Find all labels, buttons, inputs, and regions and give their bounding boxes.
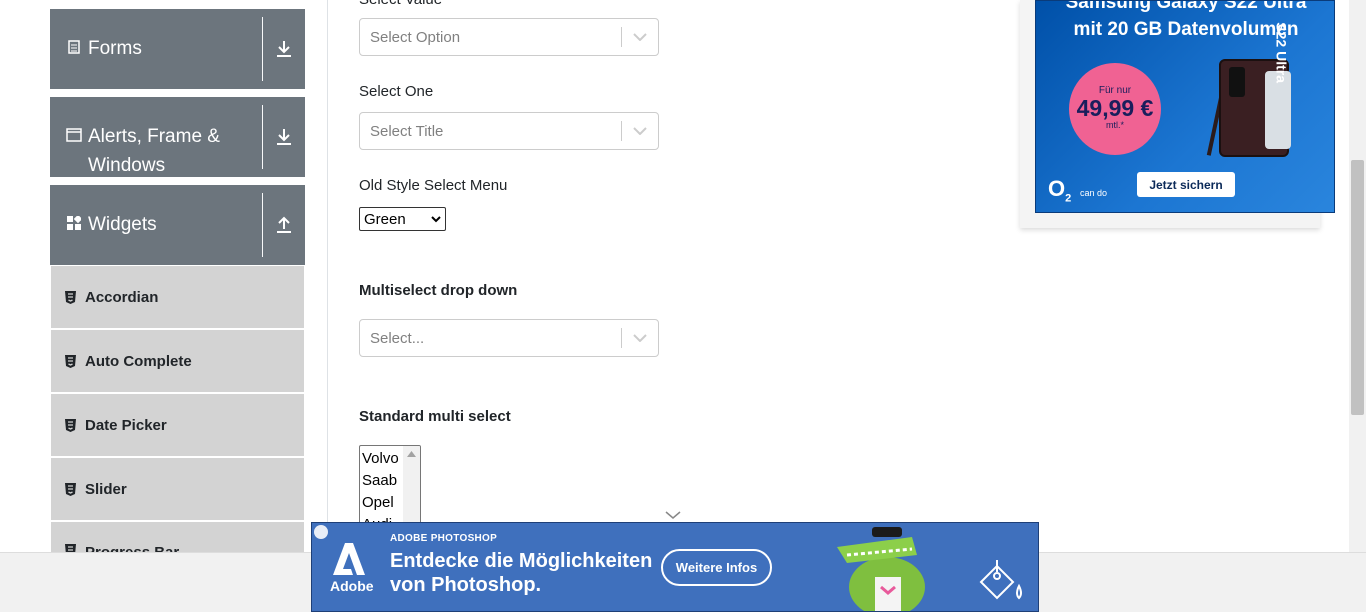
chevron-down-icon[interactable] xyxy=(622,33,658,41)
scrollbar[interactable] xyxy=(403,446,420,524)
select-one-placeholder: Select Title xyxy=(370,122,444,140)
multiselect-placeholder: Select... xyxy=(370,329,425,347)
crocodile-illustration xyxy=(837,527,925,611)
download-icon[interactable] xyxy=(263,9,305,89)
html5-icon xyxy=(65,290,77,304)
html5-icon xyxy=(65,354,77,368)
standard-multi-select[interactable]: Volvo Saab Opel Audi xyxy=(359,445,421,525)
sidebar-group-label: Forms xyxy=(88,38,142,59)
camera-icon xyxy=(1229,67,1245,97)
sidebar-group-alerts[interactable]: Alerts, Frame & Windows xyxy=(50,97,305,177)
html5-icon xyxy=(65,418,77,432)
sidebar-group-label: Alerts, Frame & xyxy=(88,126,220,147)
o2-letter: O xyxy=(1048,176,1066,201)
scrollbar-thumb[interactable] xyxy=(1351,160,1364,415)
old-style-value: Green xyxy=(364,210,406,228)
page: Forms Alerts, Frame & Windows Widgets Ac… xyxy=(0,0,1366,612)
ad-title-1: Entdecke die Möglichkeiten xyxy=(390,550,653,572)
select-value-label: Select Value xyxy=(359,0,442,8)
phone-label: S22 Ultra xyxy=(1274,22,1290,83)
widgets-icon xyxy=(66,216,82,230)
ad-headline: Samsung Galaxy S22 Ultra mit 20 GB Daten… xyxy=(1036,0,1334,43)
ad-headline-1: Samsung Galaxy S22 Ultra xyxy=(1065,0,1307,13)
ad-title: Entdecke die Möglichkeiten von Photoshop… xyxy=(390,549,652,597)
weitere-infos-button[interactable]: Weitere Infos xyxy=(661,549,772,586)
upload-icon[interactable] xyxy=(263,185,305,265)
sidebar-item-slider[interactable]: Slider xyxy=(51,458,304,520)
html5-icon xyxy=(65,482,77,496)
adobe-ad[interactable]: Adobe ADOBE PHOTOSHOP Entdecke die Mögli… xyxy=(311,522,1039,612)
ad-tagline: can do xyxy=(1080,188,1108,198)
document-icon xyxy=(66,40,82,54)
adobe-brand: Adobe xyxy=(330,578,374,594)
chevron-down-icon xyxy=(431,215,441,222)
chevron-down-icon[interactable] xyxy=(622,127,658,135)
window-icon xyxy=(66,128,82,142)
ad-title-2: von Photoshop. xyxy=(390,574,542,596)
sidebar-item-label: Accordian xyxy=(85,288,159,306)
standard-multi-label: Standard multi select xyxy=(359,408,511,425)
sidebar-item-date-picker[interactable]: Date Picker xyxy=(51,394,304,456)
adobe-logo-icon xyxy=(333,543,365,575)
select-one-label: Select One xyxy=(359,83,434,100)
multiselect-label: Multiselect drop down xyxy=(359,282,518,299)
sidebar-item-accordian[interactable]: Accordian xyxy=(51,266,304,328)
sidebar-group-label: Widgets xyxy=(88,214,157,235)
select-value-dropdown[interactable]: Select Option xyxy=(359,18,659,56)
sidebar-group-forms[interactable]: Forms xyxy=(50,9,305,89)
sidebar-item-label: Date Picker xyxy=(85,416,167,434)
sidebar-item-label: Auto Complete xyxy=(85,352,192,370)
o2-logo: O2 xyxy=(1048,176,1071,204)
select-one-dropdown[interactable]: Select Title xyxy=(359,112,659,150)
scroll-up-icon[interactable] xyxy=(407,451,416,457)
download-icon[interactable] xyxy=(263,97,305,177)
phone-image: S22 Ultra xyxy=(1219,22,1291,157)
price: 49,99 € xyxy=(1076,95,1154,121)
jetzt-sichern-button[interactable]: Jetzt sichern xyxy=(1137,172,1235,197)
multiselect-dropdown[interactable]: Select... xyxy=(359,319,659,357)
sidebar-group-widgets[interactable]: Widgets xyxy=(50,185,305,265)
sidebar-item-label: Slider xyxy=(85,480,127,498)
select-value-placeholder: Select Option xyxy=(370,28,461,46)
sidebar-item-auto-complete[interactable]: Auto Complete xyxy=(51,330,304,392)
ad-choices-icon[interactable] xyxy=(314,525,328,539)
ad-headline-2: mit 20 GB Datenvolumen xyxy=(1073,19,1299,40)
sidebar-group-label-wrap: Alerts, Frame & Windows xyxy=(88,122,220,180)
o2-sub: 2 xyxy=(1065,192,1072,205)
ad-kicker: ADOBE PHOTOSHOP xyxy=(390,533,498,544)
old-style-label: Old Style Select Menu xyxy=(359,177,508,194)
sidebar-group-label-line2: Windows xyxy=(88,155,166,176)
paint-bucket-icon xyxy=(979,560,1022,600)
chevron-down-icon[interactable] xyxy=(622,334,658,342)
price-suffix: mtl.* xyxy=(1106,120,1124,130)
old-style-select[interactable]: Green xyxy=(359,207,446,231)
price-badge: Für nur 49,99 € mtl.* xyxy=(1069,63,1161,155)
samsung-ad[interactable]: Samsung Galaxy S22 Ultra mit 20 GB Daten… xyxy=(1035,0,1335,213)
